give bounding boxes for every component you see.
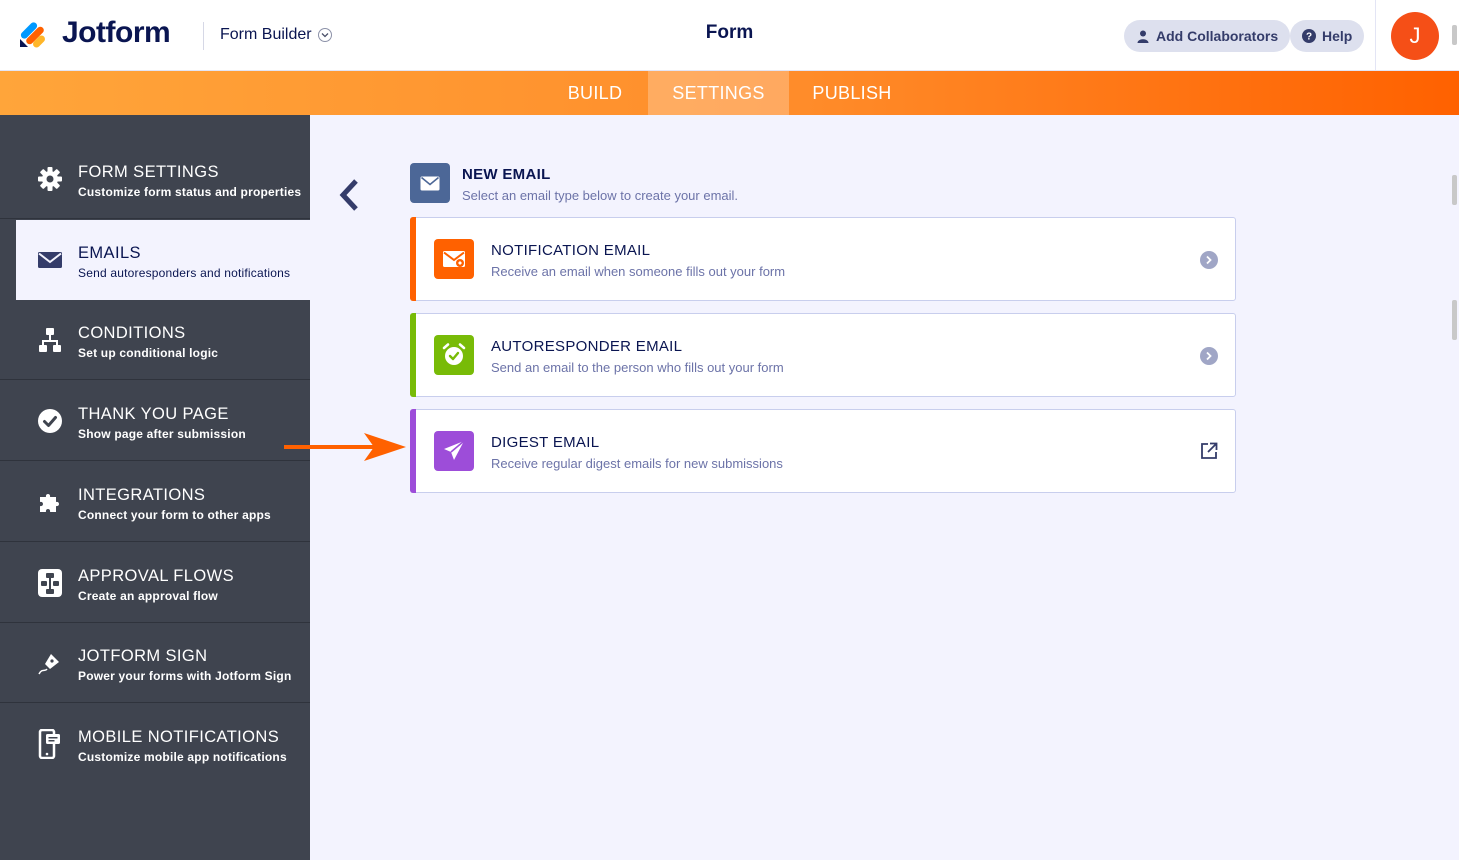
- builder-tab-bar: BUILD SETTINGS PUBLISH: [0, 71, 1459, 115]
- scrollbar-marker-mid: [1452, 175, 1457, 205]
- card-subtitle: Receive an email when someone fills out …: [491, 264, 786, 279]
- envelope-icon: [36, 246, 64, 274]
- scrollbar-marker-top: [1452, 25, 1457, 45]
- chevron-right-icon[interactable]: [1200, 347, 1218, 365]
- notification-email-card[interactable]: NOTIFICATION EMAIL Receive an email when…: [410, 217, 1236, 301]
- pen-sign-icon: [36, 649, 64, 677]
- sidebar-item-subtitle: Connect your form to other apps: [78, 508, 271, 522]
- sidebar-item-mobile-notifications[interactable]: MOBILE NOTIFICATIONS Customize mobile ap…: [0, 704, 310, 784]
- sidebar-item-subtitle: Customize form status and properties: [78, 185, 302, 199]
- external-link-icon[interactable]: [1199, 441, 1219, 461]
- paper-plane-icon: [434, 431, 474, 471]
- sidebar-item-subtitle: Set up conditional logic: [78, 346, 219, 360]
- card-title: DIGEST EMAIL: [491, 434, 600, 451]
- card-accent-bar: [410, 313, 416, 397]
- help-button[interactable]: ? Help: [1290, 20, 1365, 52]
- sidebar-item-emails[interactable]: EMAILS Send autoresponders and notificat…: [16, 220, 310, 300]
- sidebar-item-title: MOBILE NOTIFICATIONS: [78, 728, 280, 746]
- jotform-logo[interactable]: Jotform: [18, 16, 171, 50]
- sidebar-item-subtitle: Show page after submission: [78, 427, 246, 441]
- jotform-logo-icon: [18, 17, 50, 49]
- sidebar-item-title: JOTFORM SIGN: [78, 647, 208, 665]
- check-circle-icon: [36, 407, 64, 435]
- brand-name: Jotform: [62, 16, 171, 49]
- sidebar-item-title: APPROVAL FLOWS: [78, 567, 234, 585]
- puzzle-icon: [36, 488, 64, 516]
- sidebar-item-subtitle: Power your forms with Jotform Sign: [78, 669, 292, 683]
- header-divider: [203, 22, 204, 50]
- svg-text:?: ?: [1306, 32, 1312, 43]
- user-icon: [1136, 29, 1150, 43]
- new-email-envelope-icon: [410, 163, 450, 203]
- user-avatar[interactable]: J: [1391, 12, 1439, 60]
- card-accent-bar: [410, 217, 416, 301]
- scrollbar-marker-low: [1452, 300, 1457, 340]
- new-email-title: NEW EMAIL: [462, 166, 551, 183]
- alarm-clock-icon: [434, 335, 474, 375]
- tab-publish[interactable]: PUBLISH: [789, 71, 915, 115]
- digest-email-card[interactable]: DIGEST EMAIL Receive regular digest emai…: [410, 409, 1236, 493]
- sidebar-item-title: CONDITIONS: [78, 324, 186, 342]
- annotation-arrow: [282, 430, 408, 464]
- sidebar-item-title: INTEGRATIONS: [78, 486, 206, 504]
- notification-email-icon: [434, 239, 474, 279]
- back-chevron-icon[interactable]: [336, 178, 364, 212]
- card-title: AUTORESPONDER EMAIL: [491, 338, 683, 355]
- sidebar-item-thank-you-page[interactable]: THANK YOU PAGE Show page after submissio…: [0, 381, 310, 461]
- mobile-notification-icon: [36, 729, 64, 759]
- card-accent-bar: [410, 409, 416, 493]
- sidebar-item-title: THANK YOU PAGE: [78, 405, 229, 423]
- tab-settings[interactable]: SETTINGS: [648, 71, 789, 115]
- card-title: NOTIFICATION EMAIL: [491, 242, 651, 259]
- autoresponder-email-card[interactable]: AUTORESPONDER EMAIL Send an email to the…: [410, 313, 1236, 397]
- sidebar-item-title: FORM SETTINGS: [78, 163, 219, 181]
- help-circle-icon: ?: [1302, 29, 1316, 43]
- header-separator: [1375, 0, 1376, 71]
- sidebar-item-subtitle: Send autoresponders and notifications: [78, 266, 291, 280]
- tab-build[interactable]: BUILD: [542, 71, 648, 115]
- card-subtitle: Send an email to the person who fills ou…: [491, 360, 784, 375]
- sidebar-item-conditions[interactable]: CONDITIONS Set up conditional logic: [0, 300, 310, 380]
- sidebar-item-approval-flows[interactable]: APPROVAL FLOWS Create an approval flow: [0, 543, 310, 623]
- form-builder-dropdown[interactable]: Form Builder: [220, 26, 332, 44]
- add-collaborators-label: Add Collaborators: [1156, 28, 1279, 44]
- sidebar-item-form-settings[interactable]: FORM SETTINGS Customize form status and …: [0, 139, 310, 219]
- chevron-right-icon[interactable]: [1200, 251, 1218, 269]
- help-label: Help: [1322, 28, 1353, 44]
- approval-flow-icon: [36, 569, 64, 597]
- sidebar-item-integrations[interactable]: INTEGRATIONS Connect your form to other …: [0, 462, 310, 542]
- sidebar-item-subtitle: Create an approval flow: [78, 589, 218, 603]
- sidebar-item-subtitle: Customize mobile app notifications: [78, 750, 287, 764]
- add-collaborators-button[interactable]: Add Collaborators: [1124, 20, 1291, 52]
- card-subtitle: Receive regular digest emails for new su…: [491, 456, 783, 471]
- new-email-subtitle: Select an email type below to create you…: [462, 188, 739, 203]
- form-builder-label: Form Builder: [220, 26, 312, 43]
- sidebar-item-title: EMAILS: [78, 244, 141, 262]
- sidebar-item-jotform-sign[interactable]: JOTFORM SIGN Power your forms with Jotfo…: [0, 623, 310, 703]
- flow-icon: [36, 326, 64, 354]
- gear-icon: [36, 165, 64, 193]
- top-header: Jotform Form Builder Form Add Collaborat…: [0, 0, 1459, 71]
- chevron-down-icon: [317, 28, 332, 42]
- settings-sidebar: FORM SETTINGS Customize form status and …: [0, 115, 310, 860]
